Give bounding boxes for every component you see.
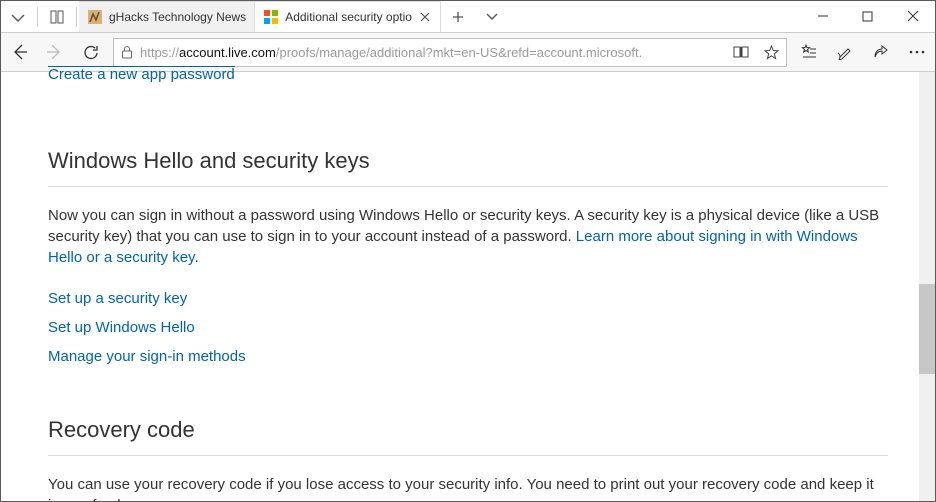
- tab-label: gHacks Technology News: [109, 10, 246, 24]
- setup-windows-hello-link[interactable]: Set up Windows Hello: [48, 319, 195, 336]
- tab-overflow-button[interactable]: [475, 2, 509, 32]
- tab-close-button[interactable]: [418, 10, 432, 24]
- close-window-button[interactable]: [890, 1, 935, 31]
- body-text: .: [194, 249, 198, 266]
- url-host: account.live.com: [179, 45, 276, 60]
- url-protocol: https://: [140, 45, 179, 60]
- manage-signin-methods-link[interactable]: Manage your sign-in methods: [48, 348, 246, 365]
- new-tab-button[interactable]: [441, 2, 475, 32]
- maximize-button[interactable]: [845, 1, 890, 31]
- section-body-recovery: You can use your recovery code if you lo…: [48, 474, 888, 502]
- scrollbar-thumb[interactable]: [919, 284, 935, 374]
- reading-view-button[interactable]: [726, 45, 756, 59]
- body-text: You can use your recovery code if you lo…: [48, 476, 874, 502]
- section-heading-hello: Windows Hello and security keys: [48, 148, 888, 174]
- share-button[interactable]: [863, 33, 899, 71]
- tab-additional-security[interactable]: Additional security optio: [255, 1, 441, 32]
- tab-ghacks[interactable]: gHacks Technology News: [79, 1, 255, 32]
- tabs-preview-button[interactable]: [1, 2, 35, 32]
- url-text: https://account.live.com/proofs/manage/a…: [140, 45, 726, 60]
- notes-button[interactable]: [827, 33, 863, 71]
- url-path: /proofs/manage/additional?mkt=en-US&refd…: [276, 45, 642, 60]
- section-body-hello: Now you can sign in without a password u…: [48, 205, 888, 268]
- create-app-password-link[interactable]: Create a new app password: [48, 66, 235, 82]
- favicon-icon: [263, 9, 279, 25]
- favorites-list-button[interactable]: [791, 33, 827, 71]
- divider: [48, 186, 888, 187]
- minimize-button[interactable]: [800, 1, 845, 31]
- title-bar: gHacks Technology News Additional securi…: [1, 1, 935, 32]
- setup-security-key-link[interactable]: Set up a security key: [48, 290, 187, 307]
- set-aside-tabs-button[interactable]: [40, 2, 74, 32]
- divider: [48, 455, 888, 456]
- page-viewport: Create a new app password Windows Hello …: [1, 72, 935, 501]
- tab-actions: [1, 1, 79, 32]
- divider: [76, 7, 77, 27]
- tab-strip: gHacks Technology News Additional securi…: [79, 1, 800, 32]
- settings-more-button[interactable]: [899, 33, 935, 71]
- window-controls: [800, 1, 935, 32]
- lock-icon: [114, 45, 140, 59]
- favorite-button[interactable]: [756, 45, 786, 60]
- link-list: Set up a security key Set up Windows Hel…: [48, 290, 888, 365]
- page-content: Create a new app password Windows Hello …: [1, 72, 935, 502]
- back-button[interactable]: [1, 33, 37, 71]
- url-box[interactable]: https://account.live.com/proofs/manage/a…: [113, 38, 787, 67]
- divider: [37, 7, 38, 27]
- tab-label: Additional security optio: [285, 10, 412, 24]
- favicon-icon: [87, 9, 103, 25]
- toolbar-right: [791, 33, 935, 71]
- section-heading-recovery: Recovery code: [48, 417, 888, 443]
